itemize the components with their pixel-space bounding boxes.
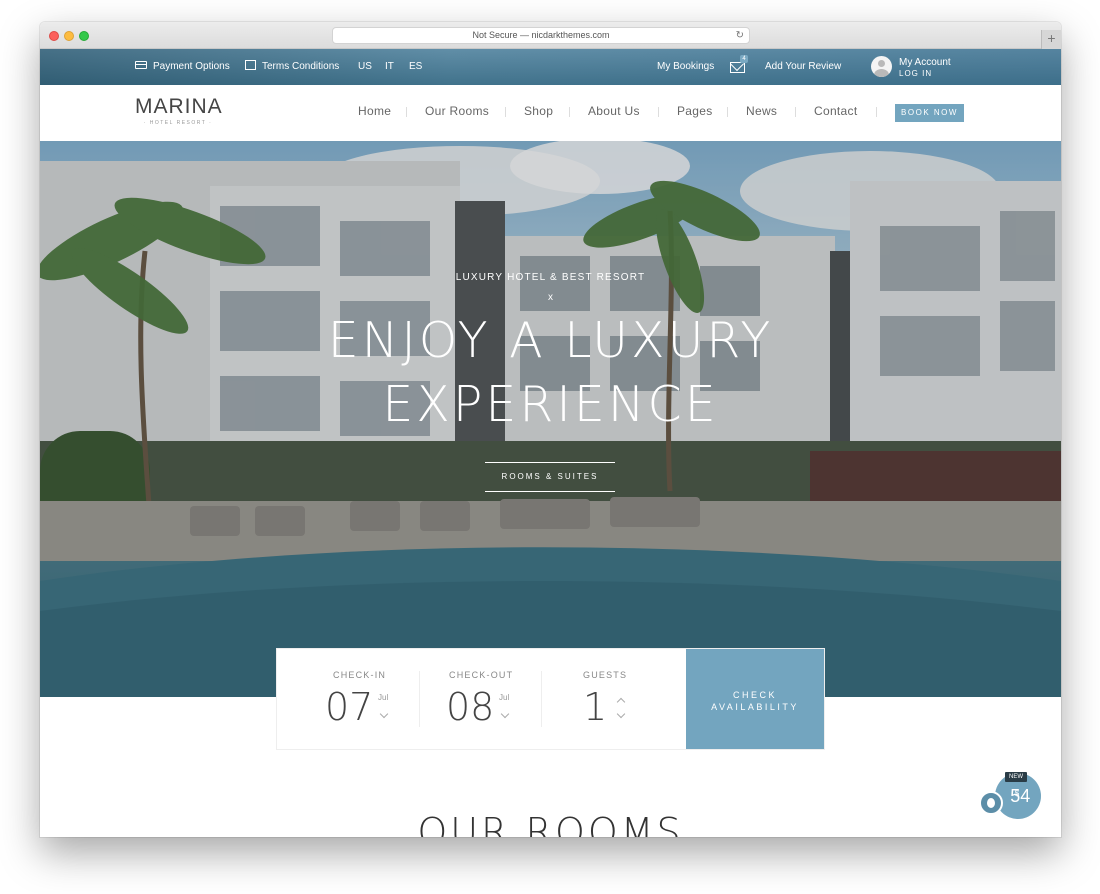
chevron-up-icon[interactable] xyxy=(616,697,626,707)
book-now-button[interactable]: BOOK NOW xyxy=(895,104,964,122)
our-rooms-heading: OUR ROOMS xyxy=(417,810,684,837)
add-review-link[interactable]: Add Your Review xyxy=(765,49,841,85)
check-availability-button[interactable]: CHECK AVAILABILITY xyxy=(686,649,824,749)
language-it[interactable]: IT xyxy=(385,49,394,85)
address-bar[interactable]: Not Secure — nicdarkthemes.com ↻ xyxy=(332,27,750,44)
chevron-down-icon[interactable] xyxy=(500,709,510,719)
cart-new-badge: NEW xyxy=(1005,772,1027,782)
close-window-button[interactable] xyxy=(49,31,59,41)
address-text: Not Secure — nicdarkthemes.com xyxy=(472,30,610,40)
nav-divider xyxy=(876,107,877,117)
check-availability-line2: AVAILABILITY xyxy=(711,702,799,712)
login-link[interactable]: LOG IN xyxy=(899,69,932,79)
checkout-day: 08 xyxy=(446,685,495,729)
check-availability-line1: CHECK xyxy=(732,690,777,700)
language-us[interactable]: US xyxy=(358,49,372,85)
guests-value: 1 xyxy=(583,685,608,729)
terms-conditions-link[interactable]: Terms Conditions xyxy=(245,49,339,85)
cart-amount: 54 xyxy=(1010,786,1031,806)
site-header: MARINA · HOTEL RESORT · Home Our Rooms S… xyxy=(40,85,1061,141)
hero-title: ENJOY A LUXURY EXPERIENCE xyxy=(40,309,1061,437)
edit-icon xyxy=(245,60,256,71)
my-bookings-link[interactable]: My Bookings xyxy=(657,49,714,85)
checkout-label: CHECK-OUT xyxy=(449,670,514,680)
nav-about-us[interactable]: About Us xyxy=(588,104,640,118)
nav-divider xyxy=(505,107,506,117)
terms-conditions-label: Terms Conditions xyxy=(262,61,340,72)
hero-kicker: LUXURY HOTEL & BEST RESORT xyxy=(455,272,646,283)
nav-divider xyxy=(406,107,407,117)
my-account-link[interactable]: My Account xyxy=(899,57,951,68)
checkout-field[interactable]: CHECK-OUT 08 Jul xyxy=(419,649,541,749)
mail-icon xyxy=(730,62,745,73)
checkin-month: Jul xyxy=(378,693,389,702)
nav-our-rooms[interactable]: Our Rooms xyxy=(425,104,489,118)
browser-titlebar: Not Secure — nicdarkthemes.com ↻ + xyxy=(40,22,1061,49)
reload-icon[interactable]: ↻ xyxy=(736,29,744,42)
top-bar: Payment Options Terms Conditions US IT E… xyxy=(40,49,1061,85)
checkin-day: 07 xyxy=(325,685,374,729)
nav-divider xyxy=(795,107,796,117)
nav-divider xyxy=(658,107,659,117)
logo-title: MARINA xyxy=(135,95,223,118)
hero-separator: x xyxy=(548,292,553,303)
browser-window: Not Secure — nicdarkthemes.com ↻ + Payme… xyxy=(40,22,1061,837)
hero-title-line2: EXPERIENCE xyxy=(382,376,719,433)
language-es[interactable]: ES xyxy=(409,49,422,85)
nav-news[interactable]: News xyxy=(746,104,777,118)
checkout-month: Jul xyxy=(499,693,510,702)
messages-button[interactable]: 4 xyxy=(730,49,750,85)
shopping-bag-icon[interactable] xyxy=(979,791,1003,815)
payment-options-label: Payment Options xyxy=(153,61,230,72)
avatar[interactable] xyxy=(871,56,892,77)
minimize-window-button[interactable] xyxy=(64,31,74,41)
site-logo[interactable]: MARINA · HOTEL RESORT · xyxy=(135,95,223,126)
checkin-label: CHECK-IN xyxy=(333,670,387,680)
nav-pages[interactable]: Pages xyxy=(677,104,713,118)
rooms-suites-button[interactable]: ROOMS & SUITES xyxy=(485,462,615,492)
new-tab-button[interactable]: + xyxy=(1041,30,1061,49)
mail-count-badge: 4 xyxy=(740,55,748,63)
booking-form: CHECK-IN 07 Jul CHECK-OUT 08 Jul GUESTS … xyxy=(277,649,824,749)
checkin-field[interactable]: CHECK-IN 07 Jul xyxy=(277,649,419,749)
chevron-down-icon[interactable] xyxy=(379,709,389,719)
credit-card-icon xyxy=(135,61,147,70)
logo-subtitle: · HOTEL RESORT · xyxy=(143,120,213,126)
maximize-window-button[interactable] xyxy=(79,31,89,41)
payment-options-link[interactable]: Payment Options xyxy=(135,49,230,85)
guests-field[interactable]: GUESTS 1 xyxy=(541,649,686,749)
cart-currency: $ xyxy=(1014,789,1020,798)
guests-label: GUESTS xyxy=(583,670,628,680)
chevron-down-icon[interactable] xyxy=(616,709,626,719)
nav-divider xyxy=(569,107,570,117)
nav-shop[interactable]: Shop xyxy=(524,104,553,118)
hero-section: LUXURY HOTEL & BEST RESORT x ENJOY A LUX… xyxy=(40,141,1061,697)
nav-contact[interactable]: Contact xyxy=(814,104,857,118)
nav-home[interactable]: Home xyxy=(358,104,391,118)
nav-divider xyxy=(727,107,728,117)
hero-title-line1: ENJOY A LUXURY xyxy=(327,312,774,369)
